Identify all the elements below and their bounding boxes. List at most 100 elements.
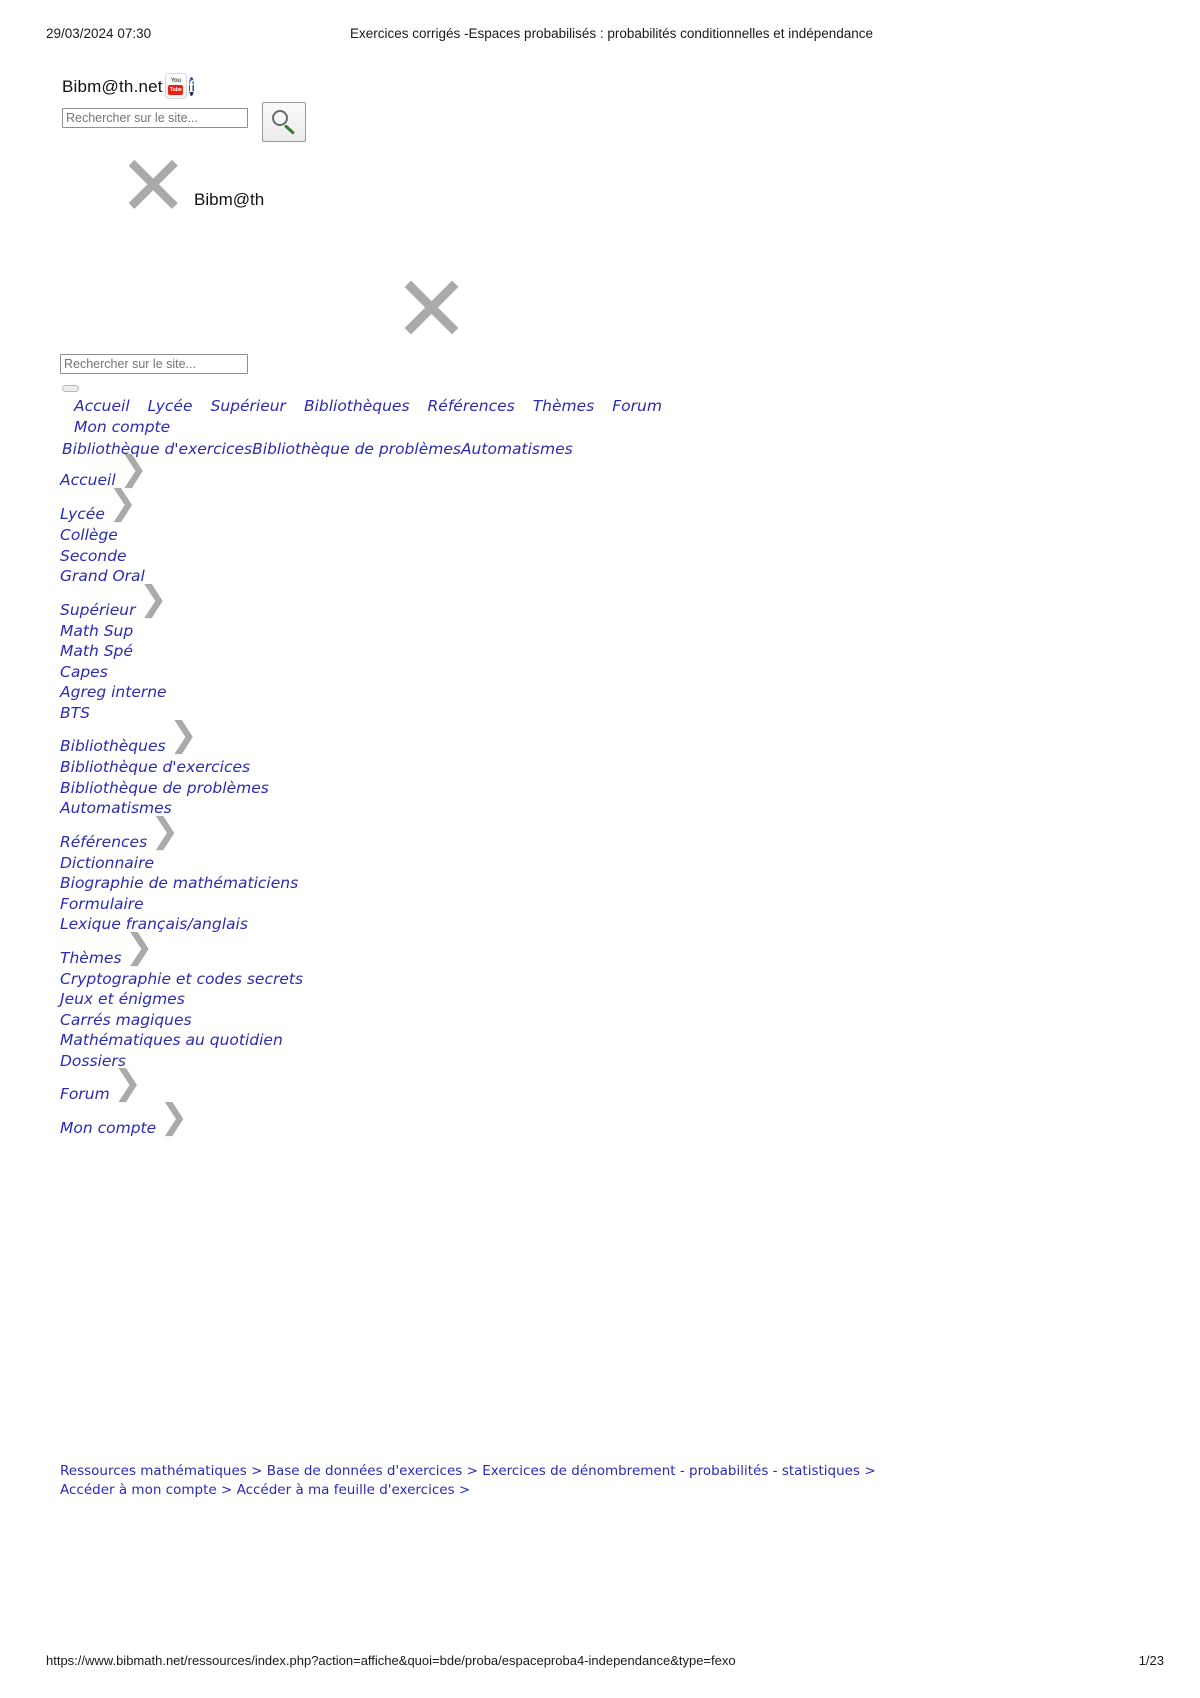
main-navigation: Accueil Lycée Supérieur Bibliothèques Référe… (62, 396, 1062, 460)
breadcrumb-item-feuille-exercices[interactable]: Accéder à ma feuille d'exercices (237, 1482, 455, 1498)
menu-group-label: Références (60, 832, 148, 851)
menu-group-header[interactable]: Forum ❯ (60, 1066, 142, 1105)
menu-item-bibliotheque-exercices[interactable]: Bibliothèque d'exercices (60, 757, 580, 778)
menu-item-seconde[interactable]: Seconde (60, 546, 580, 567)
chevron-right-icon: ❯ (138, 578, 168, 619)
breadcrumb: Ressources mathématiques > Base de donné… (60, 1462, 1120, 1500)
nav-item-accueil[interactable]: Accueil (74, 396, 130, 417)
nav-sub-bibliotheque-problemes[interactable]: Bibliothèque de problèmes (252, 440, 461, 458)
menu-item-college[interactable]: Collège (60, 525, 580, 546)
breadcrumb-line-2: Accéder à mon compte > Accéder à ma feui… (60, 1481, 1120, 1500)
menu-toggle-button[interactable] (62, 385, 79, 392)
print-footer: https://www.bibmath.net/ressources/index… (0, 1653, 1200, 1671)
secondary-search-input[interactable] (60, 354, 248, 374)
menu-group-label: Thèmes (60, 948, 122, 967)
accessibility-icon[interactable] (205, 73, 239, 101)
menu-item-math-sup[interactable]: Math Sup (60, 621, 580, 642)
menu-group-label: Mon compte (60, 1119, 157, 1137)
breadcrumb-separator: > (466, 1463, 478, 1479)
print-footer-page-number: 1/23 (1138, 1653, 1164, 1668)
menu-group-bibliotheques: Bibliothèques ❯ Bibliothèque d'exercices… (60, 718, 580, 819)
youtube-icon[interactable]: You Tube (164, 73, 191, 101)
chevron-right-icon: ❯ (169, 715, 198, 755)
menu-group-header[interactable]: Mon compte ❯ (60, 1100, 188, 1139)
menu-item-bts[interactable]: BTS (60, 703, 580, 724)
nav-item-themes[interactable]: Thèmes (533, 396, 595, 417)
menu-group-label: Bibliothèques (60, 737, 166, 755)
menu-group-references: Références ❯ Dictionnaire Biographie de … (60, 814, 580, 935)
breadcrumb-item-base-donnees[interactable]: Base de données d'exercices (267, 1463, 463, 1479)
menu-group-lycee: Lycée ❯ Collège Seconde Grand Oral (60, 486, 580, 587)
menu-group-header[interactable]: Lycée ❯ (60, 486, 137, 525)
chevron-right-icon: ❯ (113, 1063, 142, 1103)
breadcrumb-item-exercices-denombrement[interactable]: Exercices de dénombrement - probabilités… (482, 1463, 860, 1479)
menu-group-accueil: Accueil ❯ (60, 452, 580, 491)
brand-name: Bibm@th.net (62, 77, 163, 96)
nav-item-mon-compte[interactable]: Mon compte (74, 417, 170, 438)
menu-group-forum: Forum ❯ (60, 1066, 580, 1105)
menu-item-formulaire[interactable]: Formulaire (60, 894, 580, 915)
search-input[interactable] (62, 108, 248, 128)
nav-sub-bibliotheque-exercices[interactable]: Bibliothèque d'exercices (62, 440, 252, 458)
search-icon (271, 109, 297, 135)
breadcrumb-item-mon-compte[interactable]: Accéder à mon compte (60, 1482, 217, 1498)
brand-row: Bibm@th.net You Tube f (62, 72, 237, 102)
expanded-menu-tree: Accueil ❯ Lycée ❯ Collège Seconde Grand … (60, 452, 580, 1152)
menu-item-carres-magiques[interactable]: Carrés magiques (60, 1010, 580, 1031)
nav-inline-sublinks: Bibliothèque d'exercicesBibliothèque de … (62, 438, 1062, 460)
menu-group-header[interactable]: Références ❯ (60, 814, 179, 853)
nav-row-primary: Accueil Lycée Supérieur Bibliothèques Référe… (62, 396, 1062, 417)
breadcrumb-separator: > (864, 1463, 876, 1479)
nav-item-superieur[interactable]: Supérieur (210, 396, 285, 417)
secondary-search-row (60, 354, 248, 374)
menu-item-capes[interactable]: Capes (60, 662, 580, 683)
menu-item-math-spe[interactable]: Math Spé (60, 641, 580, 662)
breadcrumb-line-1: Ressources mathématiques > Base de donné… (60, 1462, 1120, 1481)
youtube-icon-top-label: You (170, 78, 181, 84)
social-links: You Tube f (164, 73, 239, 101)
chevron-right-icon: ❯ (159, 1097, 189, 1137)
nav-sub-automatismes[interactable]: Automatismes (461, 440, 573, 458)
menu-group-label: Lycée (60, 505, 105, 523)
youtube-icon-box-label: Tube (168, 85, 184, 95)
menu-item-bibliotheque-problemes[interactable]: Bibliothèque de problèmes (60, 778, 580, 799)
menu-item-agreg-interne[interactable]: Agreg interne (60, 682, 580, 703)
print-page-title: Exercices corrigés -Espaces probabilisés… (350, 26, 874, 41)
menu-group-label: Accueil (60, 471, 116, 489)
broken-image-banner-icon: ✕ (393, 256, 471, 363)
menu-item-automatismes[interactable]: Automatismes (60, 798, 580, 819)
breadcrumb-separator: > (251, 1463, 263, 1479)
chevron-right-icon: ❯ (150, 810, 180, 851)
accessibility-icon-head (210, 77, 216, 82)
menu-group-header[interactable]: Accueil ❯ (60, 452, 148, 491)
broken-image-logo-icon: ✕ (118, 137, 189, 235)
print-header: 29/03/2024 07:30 Exercices corrigés -Esp… (0, 26, 1200, 44)
menu-group-header[interactable]: Supérieur ❯ (60, 582, 167, 621)
print-date: 29/03/2024 07:30 (46, 26, 152, 41)
breadcrumb-separator: > (220, 1482, 233, 1498)
chevron-right-icon: ❯ (108, 483, 137, 523)
menu-group-superieur: Supérieur ❯ Math Sup Math Spé Capes Agre… (60, 582, 580, 724)
menu-group-mon-compte: Mon compte ❯ (60, 1100, 580, 1139)
menu-item-jeux-enigmes[interactable]: Jeux et énigmes (60, 989, 580, 1010)
menu-item-cryptographie[interactable]: Cryptographie et codes secrets (60, 969, 580, 990)
broken-image-logo-alt-text: Bibm@th (194, 190, 265, 209)
nav-item-references[interactable]: Références (428, 396, 515, 417)
search-submit-button[interactable] (262, 102, 306, 142)
nav-row-account: Mon compte (62, 417, 1062, 438)
menu-group-label: Supérieur (60, 600, 136, 619)
chevron-right-icon: ❯ (125, 926, 154, 967)
menu-group-header[interactable]: Bibliothèques ❯ (60, 718, 198, 757)
breadcrumb-item-ressources[interactable]: Ressources mathématiques (60, 1463, 247, 1479)
menu-item-maths-quotidien[interactable]: Mathématiques au quotidien (60, 1030, 580, 1051)
menu-group-header[interactable]: Thèmes ❯ (60, 930, 154, 969)
menu-group-themes: Thèmes ❯ Cryptographie et codes secrets … (60, 930, 580, 1072)
facebook-icon-glyph: f (188, 77, 195, 96)
chevron-right-icon: ❯ (119, 449, 148, 489)
menu-item-dictionnaire[interactable]: Dictionnaire (60, 853, 580, 874)
nav-item-forum[interactable]: Forum (612, 396, 662, 417)
menu-item-biographie[interactable]: Biographie de mathématiciens (60, 873, 580, 894)
breadcrumb-separator: > (458, 1482, 471, 1498)
nav-item-lycee[interactable]: Lycée (148, 396, 193, 417)
nav-item-bibliotheques[interactable]: Bibliothèques (304, 396, 410, 417)
